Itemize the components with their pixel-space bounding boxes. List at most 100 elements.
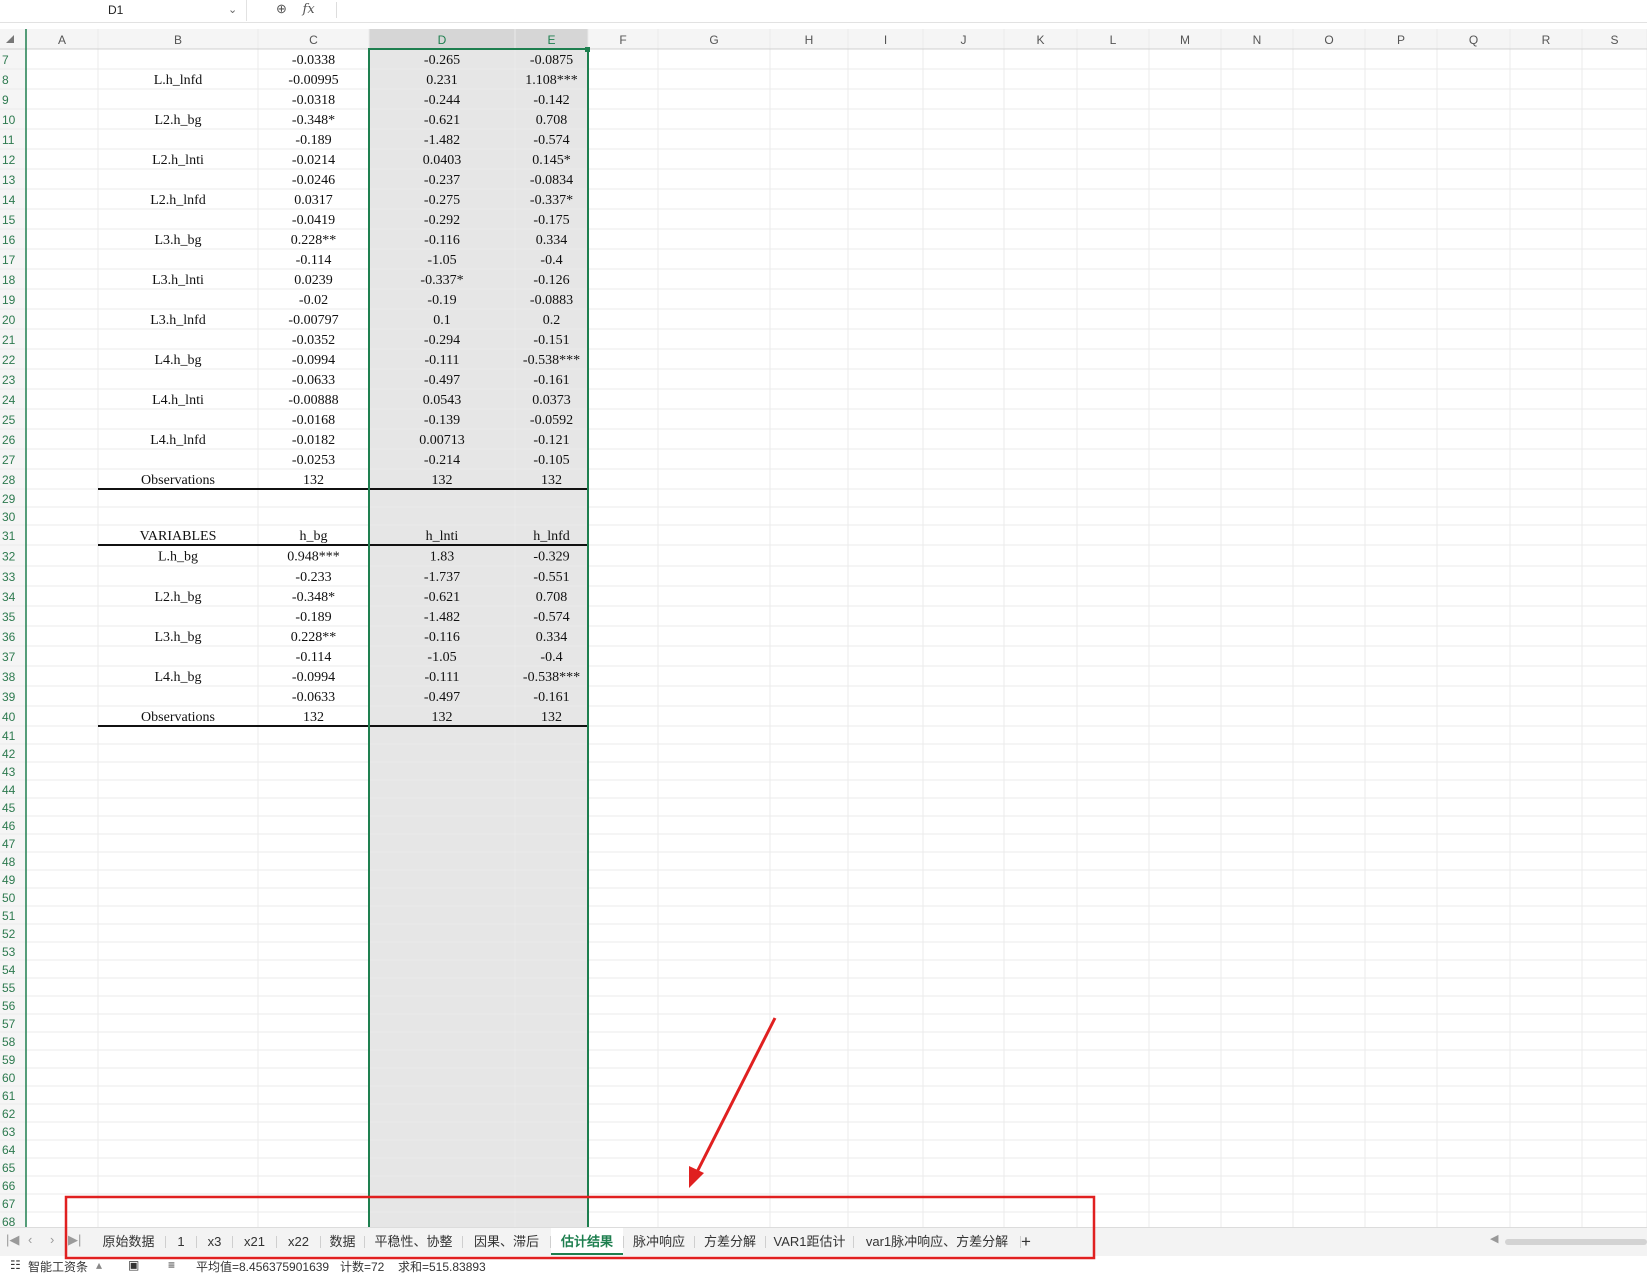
cell-C14[interactable]: 0.0317 [294, 193, 333, 208]
row-header-42[interactable]: 42 [2, 747, 16, 761]
sheet-tab-0[interactable]: 原始数据 [92, 1228, 165, 1255]
sheet-tab-7[interactable]: 因果、滞后 [463, 1228, 550, 1255]
row-header-58[interactable]: 58 [2, 1035, 16, 1049]
row-header-64[interactable]: 64 [2, 1143, 16, 1157]
column-header-O[interactable]: O [1324, 33, 1333, 47]
sheet-tab-11[interactable]: VAR1距估计 [766, 1228, 853, 1255]
cell-D31[interactable]: h_lnti [426, 529, 459, 544]
cell-C37[interactable]: -0.114 [296, 650, 332, 665]
cell-B14[interactable]: L2.h_lnfd [150, 193, 206, 208]
row-header-38[interactable]: 38 [2, 670, 16, 684]
cell-D22[interactable]: -0.111 [424, 353, 459, 368]
cell-C20[interactable]: -0.00797 [288, 313, 338, 328]
cell-D20[interactable]: 0.1 [433, 313, 451, 328]
horizontal-scrollbar[interactable] [1505, 1239, 1647, 1245]
cell-C7[interactable]: -0.0338 [292, 53, 335, 68]
row-header-21[interactable]: 21 [2, 333, 16, 347]
cell-C21[interactable]: -0.0352 [292, 333, 335, 348]
row-header-19[interactable]: 19 [2, 293, 16, 307]
cell-C33[interactable]: -0.233 [295, 570, 331, 585]
row-header-62[interactable]: 62 [2, 1107, 16, 1121]
row-header-54[interactable]: 54 [2, 963, 16, 977]
row-header-17[interactable]: 17 [2, 253, 16, 267]
sheet-tab-3[interactable]: x21 [233, 1228, 276, 1255]
sheet-tab-8[interactable]: 估计结果 [551, 1228, 623, 1255]
cell-D23[interactable]: -0.497 [424, 373, 460, 388]
cell-C12[interactable]: -0.0214 [292, 153, 335, 168]
row-header-46[interactable]: 46 [2, 819, 16, 833]
sheet-tab-9[interactable]: 脉冲响应 [624, 1228, 694, 1255]
cell-E32[interactable]: -0.329 [533, 550, 569, 565]
cell-C9[interactable]: -0.0318 [292, 93, 335, 108]
cell-D18[interactable]: -0.337* [420, 273, 463, 288]
sheet-tab-4[interactable]: x22 [277, 1228, 320, 1255]
row-header-55[interactable]: 55 [2, 981, 16, 995]
column-header-M[interactable]: M [1180, 33, 1190, 47]
row-header-12[interactable]: 12 [2, 153, 16, 167]
cell-B40[interactable]: Observations [141, 710, 215, 725]
last-sheet-icon[interactable]: ▶| [68, 1232, 81, 1248]
first-sheet-icon[interactable]: |◀ [6, 1232, 19, 1248]
cell-B8[interactable]: L.h_lnfd [154, 73, 203, 88]
cell-B32[interactable]: L.h_bg [158, 550, 198, 565]
cell-C40[interactable]: 132 [303, 710, 324, 725]
payroll-tool-label[interactable]: 智能工资条 [28, 1258, 88, 1275]
cell-B22[interactable]: L4.h_bg [154, 353, 201, 368]
cell-E39[interactable]: -0.161 [533, 690, 569, 705]
cell-E14[interactable]: -0.337* [530, 193, 573, 208]
cell-C34[interactable]: -0.348* [292, 590, 335, 605]
cell-C32[interactable]: 0.948*** [287, 550, 340, 565]
cell-B38[interactable]: L4.h_bg [154, 670, 201, 685]
cell-D8[interactable]: 0.231 [426, 73, 458, 88]
row-header-25[interactable]: 25 [2, 413, 16, 427]
cell-B28[interactable]: Observations [141, 473, 215, 488]
payroll-tool-icon[interactable]: ☷ [10, 1258, 21, 1272]
prev-sheet-icon[interactable]: ‹ [28, 1232, 32, 1247]
cell-E38[interactable]: -0.538*** [523, 670, 580, 685]
cell-D25[interactable]: -0.139 [424, 413, 460, 428]
row-header-7[interactable]: 7 [2, 53, 9, 67]
cell-C27[interactable]: -0.0253 [292, 453, 335, 468]
cell-D14[interactable]: -0.275 [424, 193, 460, 208]
cell-D39[interactable]: -0.497 [424, 690, 460, 705]
cell-C16[interactable]: 0.228** [291, 233, 337, 248]
row-header-28[interactable]: 28 [2, 473, 16, 487]
cell-E21[interactable]: -0.151 [533, 333, 569, 348]
row-header-39[interactable]: 39 [2, 690, 16, 704]
row-header-45[interactable]: 45 [2, 801, 16, 815]
macro-icon[interactable]: ▣ [128, 1258, 139, 1272]
column-header-I[interactable]: I [884, 33, 887, 47]
cell-D11[interactable]: -1.482 [424, 133, 460, 148]
cell-B34[interactable]: L2.h_bg [154, 590, 201, 605]
row-header-20[interactable]: 20 [2, 313, 16, 327]
row-header-11[interactable]: 11 [2, 133, 15, 147]
cell-D37[interactable]: -1.05 [427, 650, 456, 665]
cell-C15[interactable]: -0.0419 [292, 213, 335, 228]
row-header-41[interactable]: 41 [2, 729, 16, 743]
next-sheet-icon[interactable]: › [50, 1232, 54, 1247]
cell-C35[interactable]: -0.189 [295, 610, 331, 625]
row-header-16[interactable]: 16 [2, 233, 16, 247]
cell-B24[interactable]: L4.h_lnti [152, 393, 204, 408]
row-header-22[interactable]: 22 [2, 353, 16, 367]
cell-C10[interactable]: -0.348* [292, 113, 335, 128]
cell-E35[interactable]: -0.574 [533, 610, 569, 625]
cell-E15[interactable]: -0.175 [533, 213, 569, 228]
cell-D16[interactable]: -0.116 [424, 233, 460, 248]
cell-E20[interactable]: 0.2 [543, 313, 561, 328]
row-header-48[interactable]: 48 [2, 855, 16, 869]
cell-E11[interactable]: -0.574 [533, 133, 569, 148]
column-header-G[interactable]: G [709, 33, 718, 47]
spreadsheet-grid[interactable]: A B C D E F G H I J K L M N O P Q R S 7 8 9 10 11 12 13 14 15 16 17 18… [0, 0, 1647, 1228]
cell-C23[interactable]: -0.0633 [292, 373, 335, 388]
cell-C36[interactable]: 0.228** [291, 630, 337, 645]
cell-E25[interactable]: -0.0592 [530, 413, 573, 428]
row-header-65[interactable]: 65 [2, 1161, 16, 1175]
cell-C18[interactable]: 0.0239 [294, 273, 333, 288]
cell-C17[interactable]: -0.114 [296, 253, 332, 268]
column-header-S[interactable]: S [1610, 33, 1618, 47]
row-header-15[interactable]: 15 [2, 213, 16, 227]
cell-D21[interactable]: -0.294 [424, 333, 460, 348]
cell-D38[interactable]: -0.111 [424, 670, 459, 685]
cell-D19[interactable]: -0.19 [427, 293, 456, 308]
